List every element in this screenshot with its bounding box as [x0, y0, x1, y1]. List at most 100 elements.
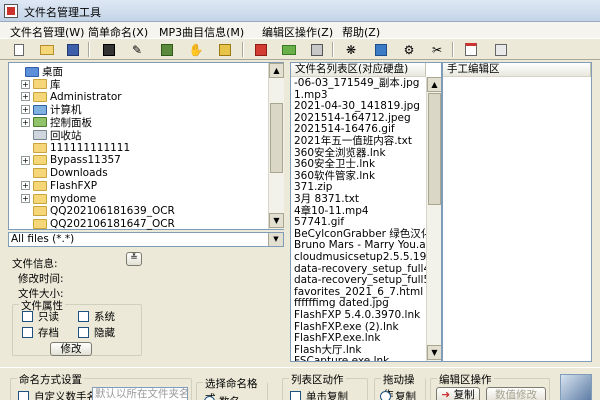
- folder-icon: [33, 155, 47, 166]
- file-info-title: 文件信息:: [12, 258, 58, 270]
- drag-copy-radio[interactable]: 复制: [380, 389, 416, 400]
- notes-icon[interactable]: [462, 41, 480, 58]
- archive-checkbox[interactable]: 存档: [22, 325, 59, 340]
- folder-icon: [33, 79, 47, 90]
- format-radio[interactable]: 数名: [204, 394, 240, 400]
- toolbar: ✎ ✋ ❋ ⚙ ✂: [0, 38, 600, 60]
- scissors-icon[interactable]: ✂: [428, 41, 446, 58]
- hidden-label: 隐藏: [94, 327, 115, 339]
- batch-modify-button[interactable]: 数值修改: [486, 387, 546, 400]
- file-list-header: 文件名列表区(对应硬盘): [291, 63, 426, 77]
- numbers-icon[interactable]: [308, 41, 326, 58]
- archive-label: 存档: [38, 327, 59, 339]
- file-list-panel: 文件名列表区(对应硬盘) -06-03_171549_副本.jpg 1.mp3 20…: [290, 62, 442, 362]
- system-checkbox[interactable]: 系统: [78, 309, 115, 324]
- tree-item[interactable]: + 库: [21, 78, 61, 91]
- file-filter-select[interactable]: All files (*.*) ▼: [8, 232, 284, 247]
- copy-button[interactable]: ➜ 复制: [436, 387, 480, 400]
- tree-item-label: 111111111111: [50, 141, 131, 154]
- system-label: 系统: [94, 311, 115, 323]
- tree-item[interactable]: 111111111111: [21, 141, 130, 154]
- transform-icon[interactable]: ❋: [342, 41, 360, 58]
- scroll-thumb[interactable]: [428, 93, 441, 205]
- app-icon: [4, 4, 18, 18]
- recycle-bin-icon: [33, 130, 47, 140]
- expand-icon[interactable]: +: [21, 79, 30, 89]
- computer-icon: [33, 104, 47, 115]
- folder-icon: [33, 91, 47, 102]
- tree-item-label: Downloads: [50, 167, 108, 180]
- tree-item-label: QQ202106181647_OCR: [50, 217, 175, 230]
- tree-item[interactable]: + mydome: [21, 192, 96, 205]
- file-list-item[interactable]: FSCapture.exe.lnk: [294, 355, 389, 361]
- edit-ops-group-title: 编辑区操作: [437, 372, 494, 387]
- edit-icon[interactable]: [158, 41, 176, 58]
- list-zone-group-title: 列表区动作: [289, 372, 346, 387]
- mascot-image: [560, 374, 592, 400]
- scroll-up-icon[interactable]: ▲: [427, 77, 441, 92]
- tree-item[interactable]: QQ202106181647_OCR: [21, 217, 175, 230]
- arrow-right-icon: ➜: [441, 389, 451, 400]
- expand-icon[interactable]: +: [21, 155, 30, 165]
- new-icon[interactable]: [10, 41, 28, 58]
- modified-label: 修改时间:: [18, 273, 64, 285]
- folder-icon: [33, 193, 47, 204]
- tools-icon[interactable]: [372, 41, 390, 58]
- bottom-options: 命名方式设置 自定义数手名字 默认以所在文件夹名 选择命名格式 数名 列表区动作…: [0, 367, 600, 400]
- settings-icon[interactable]: ⚙: [400, 41, 418, 58]
- chevron-down-icon[interactable]: ▼: [268, 233, 283, 246]
- copy-files-icon[interactable]: [100, 41, 118, 58]
- scroll-up-icon[interactable]: ▲: [269, 63, 284, 78]
- tree-item[interactable]: Downloads: [21, 167, 108, 180]
- edit-area-header: 手工编辑区: [443, 63, 591, 77]
- folder-icon: [33, 142, 47, 153]
- folder-icon: [33, 180, 47, 191]
- title-bar: 文件名管理工具: [0, 0, 600, 22]
- expand-icon[interactable]: +: [21, 181, 30, 191]
- control-panel-icon: [33, 117, 47, 128]
- export-icon[interactable]: [492, 41, 510, 58]
- drag-copy-label: 复制: [395, 391, 416, 400]
- edit-area-panel[interactable]: 手工编辑区: [442, 62, 592, 362]
- tree-item-label: FlashFXP: [50, 179, 98, 192]
- format-radio-label: 数名: [219, 394, 240, 400]
- expand-icon[interactable]: +: [21, 92, 30, 102]
- folder-move-icon[interactable]: [280, 41, 298, 58]
- folder-tree[interactable]: 桌面 + 库 + Administrator + 计算机 + 控制面板 回收站 1111111111…: [8, 62, 284, 230]
- list-copy-label: 单击复制: [306, 391, 348, 400]
- menu-bar: 文件名管理(W) 简单命名(X) MP3曲目信息(M) 编辑区操作(Z) 帮助(…: [0, 22, 600, 39]
- scroll-thumb[interactable]: [270, 103, 283, 173]
- tag-icon[interactable]: [216, 41, 234, 58]
- save-icon[interactable]: [64, 41, 82, 58]
- copy-button-label: 复制: [453, 389, 475, 400]
- tree-item[interactable]: + Bypass11357: [21, 154, 121, 167]
- info-icon[interactable]: [252, 41, 270, 58]
- scroll-down-icon[interactable]: ▼: [427, 345, 441, 360]
- rename-icon[interactable]: ✎: [128, 41, 146, 58]
- naming-group-title: 命名方式设置: [17, 372, 84, 387]
- tree-item-label: mydome: [50, 192, 97, 205]
- tree-item[interactable]: 回收站: [21, 129, 82, 142]
- modify-button[interactable]: 修改: [50, 342, 92, 356]
- hidden-checkbox[interactable]: 隐藏: [78, 325, 115, 340]
- tree-item[interactable]: QQ202106181639_OCR: [21, 205, 175, 218]
- folder-icon: [33, 168, 47, 179]
- open-icon[interactable]: [38, 41, 56, 58]
- expand-icon[interactable]: +: [21, 105, 30, 115]
- folder-icon: [33, 206, 47, 217]
- expand-icon[interactable]: +: [21, 194, 30, 203]
- expand-icon[interactable]: +: [21, 117, 30, 127]
- desktop-icon: [25, 66, 39, 77]
- tree-item[interactable]: + FlashFXP: [21, 179, 97, 192]
- scroll-down-icon[interactable]: ▼: [269, 213, 284, 228]
- tree-item-label: QQ202106181639_OCR: [50, 205, 175, 218]
- file-list-vscrollbar[interactable]: ▲ ▼: [426, 77, 441, 361]
- collapse-icon[interactable]: ≚: [126, 252, 142, 266]
- window-title: 文件名管理工具: [24, 6, 101, 19]
- readonly-checkbox[interactable]: 只读: [22, 309, 59, 324]
- prefix-input[interactable]: 默认以所在文件夹名: [92, 387, 188, 400]
- tree-vscrollbar[interactable]: ▲ ▼: [268, 63, 284, 229]
- hand-icon[interactable]: ✋: [187, 41, 205, 58]
- tree-item-label: Administrator: [50, 90, 122, 103]
- list-copy-checkbox[interactable]: 单击复制: [290, 389, 348, 400]
